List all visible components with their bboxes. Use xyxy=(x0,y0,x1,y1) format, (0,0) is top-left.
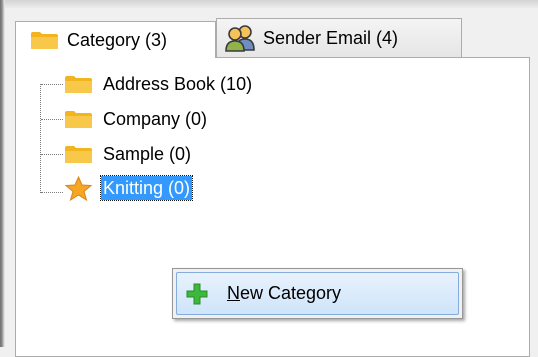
tree-connector xyxy=(41,192,63,193)
tree-connector xyxy=(41,154,63,155)
context-menu: New Category xyxy=(172,268,463,319)
tree-item-knitting[interactable]: Knitting (0) xyxy=(64,175,194,201)
menu-item-label: New Category xyxy=(227,283,341,304)
tree-item-label: Company (0) xyxy=(103,109,208,129)
tab-category-label: Category (3) xyxy=(67,29,168,50)
menu-mnemonic: N xyxy=(227,283,240,303)
tree-connector-vertical xyxy=(40,84,41,193)
tab-category[interactable]: Category (3) xyxy=(15,21,216,58)
menu-label-rest: ew Category xyxy=(240,283,342,303)
folder-icon xyxy=(65,110,92,128)
tree-item-label-selected: Knitting (0) xyxy=(99,175,194,201)
tab-sender-email[interactable]: Sender Email (4) xyxy=(216,18,462,57)
window-top-border xyxy=(5,0,538,8)
window-left-border xyxy=(0,0,5,347)
tree-item-address-book[interactable]: Address Book (10) xyxy=(64,71,254,97)
star-icon xyxy=(64,175,93,201)
tree-connector xyxy=(41,84,63,85)
tree-item-label: Sample (0) xyxy=(103,144,192,164)
tree-item-company[interactable]: Company (0) xyxy=(64,106,209,132)
folder-icon xyxy=(65,75,92,93)
menu-item-new-category[interactable]: New Category xyxy=(176,272,459,315)
tab-sender-email-label: Sender Email (4) xyxy=(263,27,399,48)
tree-connector xyxy=(41,119,63,120)
folder-icon xyxy=(65,145,92,163)
folder-icon xyxy=(31,31,58,49)
plus-icon xyxy=(186,283,208,304)
tree-item-label: Address Book (10) xyxy=(103,74,253,94)
app-window: Category (3) Sender Email (4) Address Bo… xyxy=(0,0,538,357)
tree-item-sample[interactable]: Sample (0) xyxy=(64,141,193,167)
users-icon xyxy=(225,25,255,52)
